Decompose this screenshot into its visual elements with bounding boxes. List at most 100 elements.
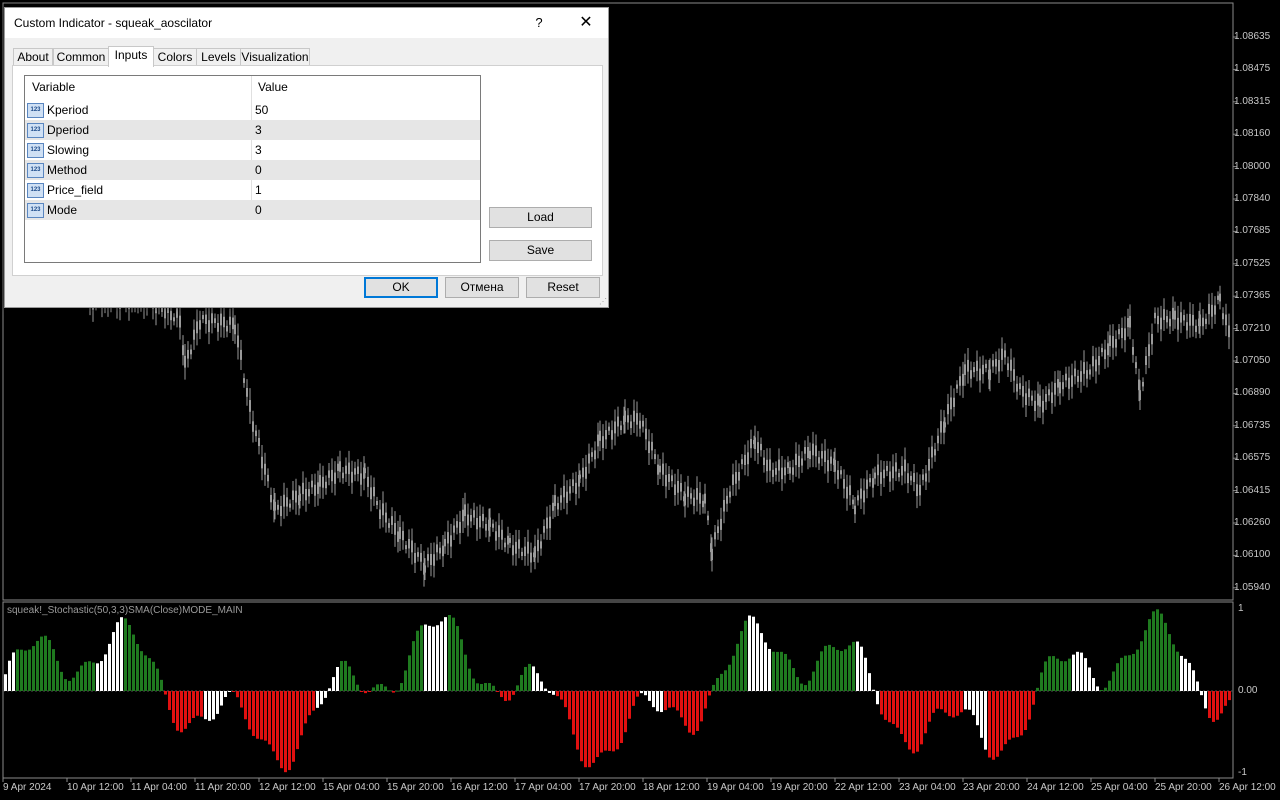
price-label: 1.08635 xyxy=(1234,31,1271,42)
histogram-bar xyxy=(8,660,11,691)
candle-body xyxy=(789,467,791,474)
table-row[interactable]: 123 Slowing 3 xyxy=(25,140,480,160)
candle-body xyxy=(211,313,213,324)
save-button[interactable]: Save xyxy=(489,240,592,261)
row-value[interactable]: 1 xyxy=(255,180,262,200)
candle-body xyxy=(1022,385,1024,397)
candle-body xyxy=(459,521,461,533)
close-button[interactable]: ✕ xyxy=(573,12,599,34)
table-row[interactable]: 123 Mode 0 xyxy=(25,200,480,220)
histogram-bar xyxy=(864,657,867,691)
histogram-bar xyxy=(588,691,591,768)
candle-body xyxy=(639,420,641,429)
row-value[interactable]: 0 xyxy=(255,160,262,180)
time-label: 26 Apr 12:00 xyxy=(1219,782,1276,793)
candle-body xyxy=(1107,343,1109,356)
table-row[interactable]: 123 Method 0 xyxy=(25,160,480,180)
inputs-panel: Variable Value 123 Kperiod 50 123 Dperio… xyxy=(12,65,603,276)
histogram-bar xyxy=(568,691,571,720)
histogram-bar xyxy=(896,691,899,728)
candle-body xyxy=(214,318,216,324)
histogram-bar xyxy=(952,691,955,718)
candle-body xyxy=(959,376,961,386)
table-row[interactable]: 123 Kperiod 50 xyxy=(25,100,480,120)
candle-body xyxy=(781,467,783,480)
tab-visualization[interactable]: Visualization xyxy=(240,48,310,66)
resize-grip-icon[interactable]: ⋰ xyxy=(599,298,607,306)
candle-body xyxy=(1195,325,1197,332)
ok-button[interactable]: OK xyxy=(364,277,438,298)
histogram-bar xyxy=(1076,651,1079,691)
candle-body xyxy=(1208,303,1210,315)
histogram-bar xyxy=(548,691,551,693)
table-row[interactable]: 123 Price_field 1 xyxy=(25,180,480,200)
price-label: 1.08160 xyxy=(1234,128,1271,140)
candle-body xyxy=(234,324,236,335)
candle-body xyxy=(1057,379,1059,388)
candle-body xyxy=(979,368,981,381)
row-value[interactable]: 3 xyxy=(255,140,262,160)
candle-body xyxy=(1115,339,1117,348)
candle-body xyxy=(585,466,587,479)
candle-body xyxy=(1211,304,1213,317)
histogram-bar xyxy=(908,691,911,750)
tab-colors[interactable]: Colors xyxy=(153,48,197,66)
integer-icon: 123 xyxy=(27,163,44,178)
candle-body xyxy=(1054,382,1056,395)
candle-body xyxy=(992,360,994,367)
tab-levels[interactable]: Levels xyxy=(196,48,241,66)
histogram-bar xyxy=(1072,654,1075,691)
histogram-bar xyxy=(572,691,575,735)
candle-body xyxy=(498,525,500,538)
candle-body xyxy=(328,470,330,478)
histogram-bar xyxy=(1060,661,1063,691)
histogram-bar xyxy=(592,691,595,763)
tab-common[interactable]: Common xyxy=(53,48,109,66)
histogram-bar xyxy=(868,673,871,691)
histogram-bar xyxy=(40,636,43,691)
cancel-button[interactable]: Отмена xyxy=(445,277,519,298)
histogram-bar xyxy=(540,681,543,691)
candle-body xyxy=(360,473,362,485)
candle-body xyxy=(880,472,882,484)
column-header-value[interactable]: Value xyxy=(258,76,288,98)
candle-body xyxy=(928,458,930,471)
row-value[interactable]: 0 xyxy=(255,200,262,220)
candle-body xyxy=(560,495,562,503)
time-label: 25 Apr 20:00 xyxy=(1155,782,1212,793)
candle-body xyxy=(775,468,777,475)
candle-body xyxy=(1192,314,1194,326)
candle-body xyxy=(922,474,924,480)
tab-inputs[interactable]: Inputs xyxy=(108,46,154,67)
histogram-bar xyxy=(1004,691,1007,745)
reset-button[interactable]: Reset xyxy=(526,277,600,298)
load-button[interactable]: Load xyxy=(489,207,592,228)
row-value[interactable]: 50 xyxy=(255,100,268,120)
histogram-bar xyxy=(912,691,915,754)
help-button[interactable]: ? xyxy=(527,12,551,34)
histogram-bar xyxy=(1020,691,1023,736)
candle-body xyxy=(554,495,556,507)
histogram-bar xyxy=(768,648,771,691)
histogram-bar xyxy=(916,691,919,752)
candle-body xyxy=(642,420,644,427)
tab-about[interactable]: About xyxy=(13,48,53,66)
histogram-bar xyxy=(852,641,855,691)
column-header-variable[interactable]: Variable xyxy=(32,76,75,98)
histogram-bar xyxy=(1028,691,1031,720)
histogram-bar xyxy=(56,660,59,691)
candle-body xyxy=(1166,316,1168,323)
candle-body xyxy=(385,512,387,523)
dialog-titlebar[interactable]: Custom Indicator - squeak_aoscilator ? ✕ xyxy=(5,8,608,38)
table-row[interactable]: 123 Dperiod 3 xyxy=(25,120,480,140)
histogram-bar xyxy=(48,640,51,691)
histogram-bar xyxy=(1056,658,1059,691)
time-label: 16 Apr 12:00 xyxy=(451,782,508,793)
row-value[interactable]: 3 xyxy=(255,120,262,140)
candle-body xyxy=(886,465,888,471)
histogram-bar xyxy=(992,691,995,760)
candle-body xyxy=(863,490,865,503)
candle-body xyxy=(382,503,384,516)
candle-body xyxy=(1109,335,1111,346)
candle-body xyxy=(690,493,692,499)
